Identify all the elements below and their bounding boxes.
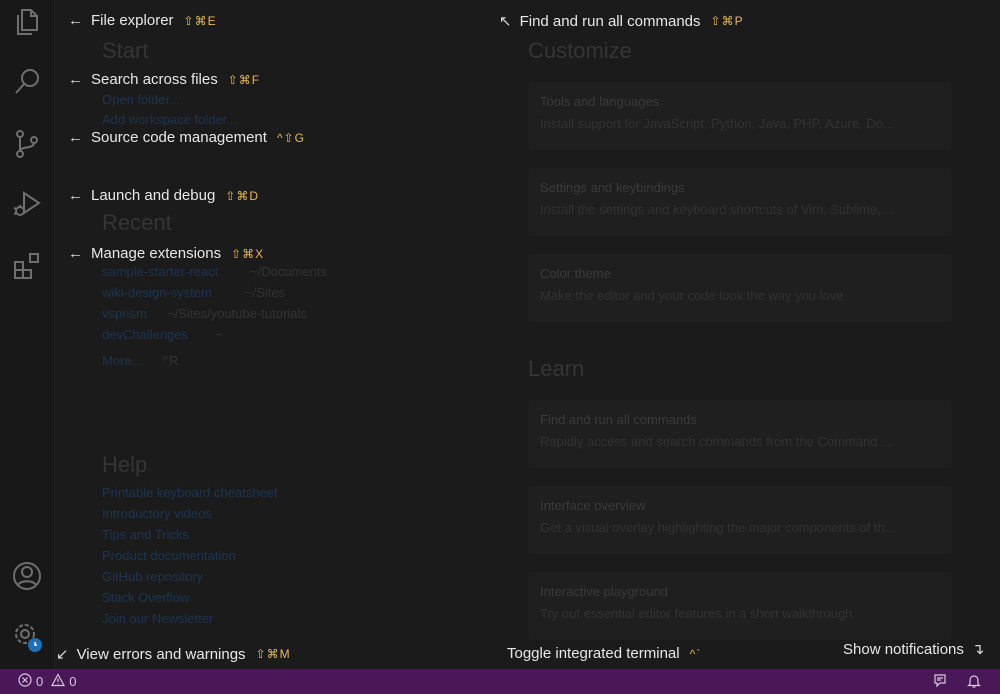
arrow-down-right-icon: ↴ <box>971 641 985 658</box>
arrow-down-left-icon: ↙ <box>56 646 69 663</box>
help-link[interactable]: Tips and Tricks <box>102 527 189 542</box>
learn-card[interactable]: Find and run all commands Rapidly access… <box>528 400 952 468</box>
learn-heading: Learn <box>528 356 585 381</box>
card-title: Settings and keybindings <box>540 180 685 195</box>
start-heading: Start <box>102 38 149 63</box>
run-debug-icon[interactable] <box>11 188 43 220</box>
hint-label: Find and run all commands <box>519 12 701 30</box>
recent-more-link[interactable]: More... <box>102 353 142 368</box>
hint-keys: ^` <box>689 646 702 661</box>
card-title: Interface overview <box>540 498 646 513</box>
status-bar: 0 0 <box>0 669 1000 694</box>
recent-item-name[interactable]: vsprism <box>102 306 147 321</box>
hint-notifications: Show notifications ↴ <box>843 640 985 659</box>
source-control-icon[interactable] <box>11 128 43 160</box>
hint-search: ← Search across files ⇧⌘F <box>68 71 260 88</box>
recent-item-path: ~/Documents <box>250 264 327 279</box>
hint-label: Manage extensions <box>91 245 222 262</box>
hint-label: File explorer <box>91 12 174 29</box>
customize-card[interactable]: Tools and languages Install support for … <box>528 82 952 150</box>
warning-icon <box>51 673 66 690</box>
hint-label: Toggle integrated terminal <box>507 645 680 662</box>
arrow-left-icon: ← <box>68 12 83 29</box>
error-count: 0 <box>36 674 44 689</box>
hint-keys: ⇧⌘M <box>255 647 291 661</box>
hint-debug: ← Launch and debug ⇧⌘D <box>68 187 259 204</box>
explorer-files-icon[interactable] <box>11 6 43 38</box>
card-desc: Install support for JavaScript, Python, … <box>540 116 894 131</box>
bell-icon[interactable] <box>966 673 982 692</box>
recent-item-path: ~ <box>215 327 223 342</box>
add-workspace-link[interactable]: Add workspace folder... <box>102 112 237 127</box>
search-icon[interactable] <box>11 66 43 98</box>
feedback-icon[interactable] <box>932 673 948 692</box>
help-link[interactable]: Join our Newsletter <box>102 611 213 626</box>
customize-heading: Customize <box>528 38 632 63</box>
recent-more-keys: ^R <box>163 353 179 368</box>
card-desc: Make the editor and your code look the w… <box>540 288 844 303</box>
hint-label: View errors and warnings <box>76 645 246 663</box>
settings-gear-icon[interactable] <box>11 620 43 652</box>
hint-terminal: Toggle integrated terminal ^` <box>507 645 701 662</box>
hint-keys: ⇧⌘F <box>227 72 261 87</box>
problems-status[interactable]: 0 0 <box>18 673 76 690</box>
hint-keys: ^⇧G <box>276 130 305 145</box>
arrow-left-icon: ← <box>68 245 83 262</box>
recent-item-name[interactable]: sample-starter-react <box>102 264 218 279</box>
account-icon[interactable] <box>11 560 43 592</box>
help-link[interactable]: Introductory videos <box>102 506 212 521</box>
recent-heading: Recent <box>102 210 172 235</box>
card-desc: Try out essential editor features in a s… <box>540 606 853 621</box>
welcome-editor: Start Open folder... Add workspace folde… <box>55 0 1000 669</box>
card-title: Find and run all commands <box>540 412 697 427</box>
help-link[interactable]: Stack Overflow <box>102 590 189 605</box>
arrow-up-left-icon: ↖ <box>499 13 512 30</box>
learn-card[interactable]: Interface overview Get a visual overlay … <box>528 486 952 554</box>
hint-label: Show notifications <box>843 640 964 658</box>
hint-label: Source code management <box>91 129 267 146</box>
help-link[interactable]: GitHub repository <box>102 569 203 584</box>
help-link[interactable]: Printable keyboard cheatsheet <box>102 485 278 500</box>
help-link[interactable]: Product documentation <box>102 548 236 563</box>
card-desc: Rapidly access and search commands from … <box>540 434 892 449</box>
learn-card[interactable]: Interactive playground Try out essential… <box>528 572 952 640</box>
recent-item-name[interactable]: wiki-design-system <box>102 285 212 300</box>
hint-command-palette: ↖ Find and run all commands ⇧⌘P <box>499 12 744 31</box>
arrow-left-icon: ← <box>68 187 83 204</box>
open-folder-link[interactable]: Open folder... <box>102 92 180 107</box>
hint-keys: ⇧⌘X <box>231 246 265 261</box>
arrow-left-icon: ← <box>68 71 83 88</box>
hint-keys: ⇧⌘P <box>710 14 744 28</box>
card-desc: Get a visual overlay highlighting the ma… <box>540 520 896 535</box>
hint-label: Launch and debug <box>91 187 216 204</box>
hint-label: Search across files <box>91 71 218 88</box>
hint-keys: ⇧⌘E <box>183 13 217 28</box>
arrow-left-icon: ← <box>68 129 83 146</box>
customize-card[interactable]: Color theme Make the editor and your cod… <box>528 254 952 322</box>
error-icon <box>18 673 32 690</box>
hint-keys: ⇧⌘D <box>225 188 260 203</box>
card-title: Interactive playground <box>540 584 668 599</box>
card-desc: Install the settings and keyboard shortc… <box>540 202 896 217</box>
recent-item-path: ~/Sites/youtube-tutorials <box>167 306 307 321</box>
warning-count: 0 <box>69 674 77 689</box>
activity-bar <box>0 0 55 669</box>
help-heading: Help <box>102 452 148 477</box>
card-title: Tools and languages <box>540 94 660 109</box>
hint-extensions: ← Manage extensions ⇧⌘X <box>68 245 264 262</box>
recent-item-path: ~/Sites <box>245 285 286 300</box>
customize-card[interactable]: Settings and keybindings Install the set… <box>528 168 952 236</box>
card-title: Color theme <box>540 266 611 281</box>
recent-item-name[interactable]: devChallenges <box>102 327 188 342</box>
hint-file-explorer: ← File explorer ⇧⌘E <box>68 12 217 29</box>
hint-source-control: ← Source code management ^⇧G <box>68 129 305 146</box>
extensions-icon[interactable] <box>11 250 43 282</box>
hint-problems: ↙ View errors and warnings ⇧⌘M <box>56 645 291 664</box>
